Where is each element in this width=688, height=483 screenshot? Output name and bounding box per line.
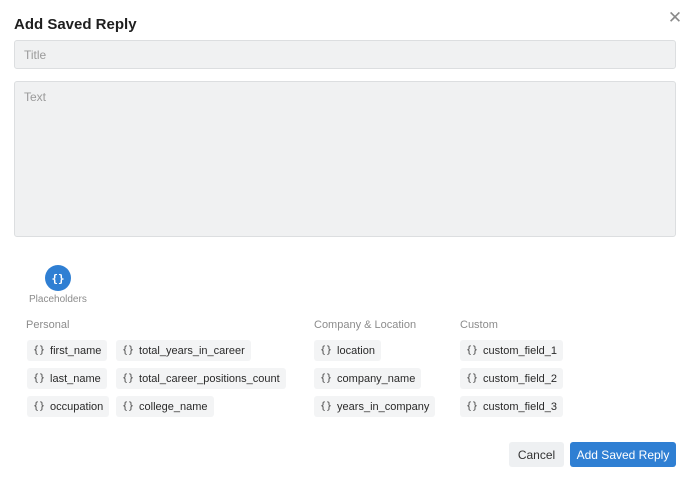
chip-label: total_years_in_career [139, 344, 245, 357]
curly-braces-icon: {} [33, 345, 46, 356]
placeholder-chip-occupation[interactable]: {} occupation [27, 396, 110, 417]
placeholder-chip-total-career-positions-count[interactable]: {} total_career_positions_count [116, 368, 286, 389]
chip-label: college_name [139, 400, 208, 413]
placeholder-chip-total-years-in-career[interactable]: {} total_years_in_career [116, 340, 251, 361]
chip-label: occupation [50, 400, 104, 413]
placeholder-chip-college-name[interactable]: {} college_name [116, 396, 214, 417]
dialog-title: Add Saved Reply [14, 16, 137, 33]
curly-braces-icon: {} [122, 345, 135, 356]
add-saved-reply-button[interactable]: Add Saved Reply [570, 442, 676, 467]
group-heading-company-location: Company & Location [314, 319, 417, 331]
chip-label: last_name [50, 372, 101, 385]
chip-label: custom_field_3 [483, 400, 558, 413]
curly-braces-icon: {} [122, 373, 135, 384]
group-heading-personal: Personal [26, 319, 70, 331]
chip-label: location [337, 344, 375, 357]
chip-label: custom_field_1 [483, 344, 558, 357]
curly-braces-icon: {} [466, 401, 479, 412]
chip-label: custom_field_2 [483, 372, 558, 385]
chip-label: years_in_company [337, 400, 430, 413]
placeholder-chip-last-name[interactable]: {} last_name [27, 368, 107, 389]
curly-braces-icon: {} [466, 345, 479, 356]
placeholder-chip-company-name[interactable]: {} company_name [314, 368, 422, 389]
curly-braces-icon: {} [320, 345, 333, 356]
text-input[interactable] [14, 81, 676, 237]
title-input[interactable] [14, 40, 676, 69]
chip-label: first_name [50, 344, 102, 357]
placeholder-chip-custom-field-1[interactable]: {} custom_field_1 [460, 340, 564, 361]
placeholder-chip-custom-field-3[interactable]: {} custom_field_3 [460, 396, 564, 417]
placeholder-chip-location[interactable]: {} location [314, 340, 381, 361]
curly-braces-icon: {} [33, 401, 46, 412]
curly-braces-icon: {} [320, 373, 333, 384]
placeholder-chip-years-in-company[interactable]: {} years_in_company [314, 396, 436, 417]
close-icon[interactable]: ✕ [666, 9, 684, 27]
chip-label: company_name [337, 372, 416, 385]
curly-braces-icon: {} [466, 373, 479, 384]
add-saved-reply-dialog: Add Saved Reply ✕ {} Placeholders Person… [0, 0, 688, 483]
cancel-button[interactable]: Cancel [509, 442, 564, 467]
curly-braces-icon[interactable]: {} [45, 265, 71, 291]
placeholder-chip-custom-field-2[interactable]: {} custom_field_2 [460, 368, 564, 389]
curly-braces-icon: {} [33, 373, 46, 384]
curly-braces-icon: {} [122, 401, 135, 412]
group-heading-custom: Custom [460, 319, 498, 331]
curly-braces-icon: {} [320, 401, 333, 412]
placeholder-chip-first-name[interactable]: {} first_name [27, 340, 108, 361]
placeholders-label: Placeholders [29, 294, 87, 305]
chip-label: total_career_positions_count [139, 372, 280, 385]
